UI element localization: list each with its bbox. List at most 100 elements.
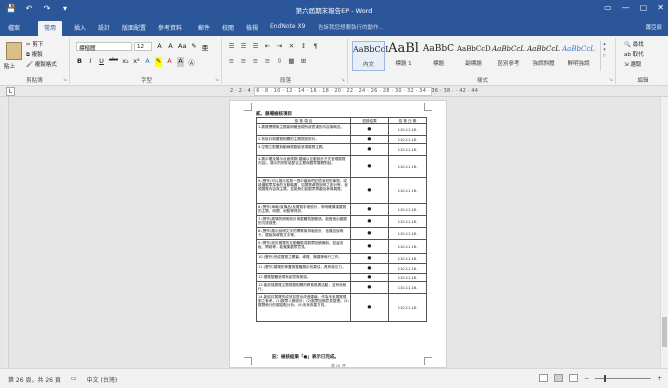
style-subtitle[interactable]: AaBbCcD 副標題	[457, 41, 491, 71]
numbering-icon[interactable]: ☰	[240, 42, 247, 50]
style-normal[interactable]: AaBbCcI 內文	[352, 41, 388, 71]
zoom-slider[interactable]	[594, 374, 651, 382]
item-cell: 14.能檢討展覽的成效並提出改進建議，作為未來展覽規劃之參考。(1)觀眾人數統計…	[256, 293, 351, 323]
font-row-1: A A Aa ✎ 亜	[156, 42, 208, 52]
horizontal-ruler[interactable]: L 2 · 2 · 4 · 6 · 8 · 10 · 12 · 14 · 16 …	[0, 86, 668, 97]
find-button[interactable]: 🔍 尋找	[624, 40, 644, 48]
read-mode-icon[interactable]	[538, 374, 548, 382]
web-layout-icon[interactable]	[568, 374, 578, 382]
select-button[interactable]: ⇲ 選取	[624, 60, 641, 68]
subscript-icon[interactable]: x₂	[122, 57, 129, 67]
paste-icon[interactable]	[6, 42, 22, 60]
italic-icon[interactable]: I	[87, 57, 94, 67]
copy-button[interactable]: ⧉ 複製	[26, 50, 43, 59]
table-row: 6.(實作)海報(宣傳品)及展覽手冊設計，有明確傳達展覽的主題、時間、地點等資訊…	[256, 203, 427, 217]
language-indicator[interactable]: 中文 (台灣)	[87, 375, 118, 384]
shrink-font-icon[interactable]: A	[167, 42, 174, 52]
format-painter-button[interactable]: 🖌 複製格式	[26, 60, 57, 68]
proofing-icon[interactable]: ▭	[71, 375, 77, 384]
tab-insert[interactable]: 插入	[74, 23, 86, 32]
tab-references[interactable]: 參考資料	[158, 23, 182, 32]
justify-icon[interactable]: ≡	[264, 57, 271, 65]
tell-me-search[interactable]: 告訴我您想要執行的動作...	[318, 23, 384, 31]
paragraph-launcher-icon[interactable]: ↘	[341, 77, 345, 83]
table-row: 12.展覽整體呈現有創意與美感。 ● 110.11.18.	[256, 273, 427, 283]
clear-formatting-icon[interactable]: ✎	[190, 42, 197, 52]
font-launcher-icon[interactable]: ↘	[215, 77, 219, 83]
tab-selector[interactable]: L	[6, 87, 15, 96]
zoom-in-icon[interactable]: +	[657, 375, 662, 382]
tab-layout[interactable]: 版面配置	[122, 23, 146, 32]
style-intense-emphasis[interactable]: AaBbCcL 鮮明強調	[562, 41, 595, 71]
zoom-slider-knob[interactable]	[603, 374, 606, 382]
tab-design[interactable]: 設計	[98, 23, 110, 32]
tab-review[interactable]: 校閱	[222, 23, 234, 32]
style-heading-1[interactable]: AaBl 標題 1	[387, 41, 420, 71]
font-color-icon[interactable]: A	[166, 57, 173, 67]
asian-layout-icon[interactable]: ✕	[288, 42, 295, 50]
highlight-icon[interactable]: ✎	[155, 57, 162, 67]
vertical-ruler[interactable]	[2, 97, 9, 368]
vertical-scrollbar[interactable]	[660, 97, 668, 368]
align-left-icon[interactable]: ≡	[228, 57, 235, 65]
tab-file[interactable]: 檔案	[8, 23, 20, 32]
align-right-icon[interactable]: ≡	[252, 57, 259, 65]
phonetic-guide-icon[interactable]: 亜	[201, 42, 209, 52]
shading-icon[interactable]: ▦	[288, 57, 295, 65]
result-cell: ●	[350, 239, 389, 255]
tab-mailings[interactable]: 郵件	[198, 23, 210, 32]
character-shading-icon[interactable]: A	[177, 57, 184, 67]
style-emphasis[interactable]: AaBbCcL 強調斜體	[527, 41, 560, 71]
font-name-select[interactable]: 標楷體	[76, 42, 132, 52]
multilevel-list-icon[interactable]: ☰	[252, 42, 259, 50]
table-row: 5.(實作)可以展示成員一週中讓我們記憶深刻的事物，或能讓觀眾探索的互動裝置，如…	[256, 177, 427, 205]
zoom-out-icon[interactable]: −	[584, 375, 589, 382]
result-cell: ●	[350, 215, 389, 229]
style-sample: AaBl	[388, 41, 419, 56]
underline-icon[interactable]: U	[98, 57, 105, 67]
table-row: 7.(實作)展場的照明設計與整體氛圍營造，能營造出觀展的沉浸感受。 ● 110.11…	[256, 215, 427, 229]
line-spacing-icon[interactable]: ⇳	[276, 57, 283, 65]
date-cell: 110.11.18.	[388, 253, 427, 265]
replace-button[interactable]: ab 取代	[624, 50, 644, 58]
enclose-characters-icon[interactable]: Ⓐ	[188, 57, 195, 67]
grow-font-icon[interactable]: A	[156, 42, 163, 52]
tab-view[interactable]: 檢視	[246, 23, 258, 32]
document-page[interactable]: 貳、展場檢核項目 檢 核 項 目 檢核結果 檢 核 日 期 1.展覽標題與主題能…	[229, 100, 447, 368]
decrease-indent-icon[interactable]: ⇤	[264, 42, 271, 50]
strikethrough-icon[interactable]: abc	[109, 57, 118, 67]
bullets-icon[interactable]: ☰	[228, 42, 235, 50]
align-center-icon[interactable]: ≡	[240, 57, 247, 65]
text-effects-icon[interactable]: A	[144, 57, 151, 67]
tab-home[interactable]: 常用	[38, 21, 63, 36]
maximize-icon[interactable]: ▢	[640, 3, 648, 12]
increase-indent-icon[interactable]: ⇥	[276, 42, 283, 50]
item-cell: 12.展覽整體呈現有創意與美感。	[256, 273, 351, 283]
change-case-icon[interactable]: Aa	[178, 42, 186, 52]
scrollbar-thumb[interactable]	[662, 317, 667, 347]
tab-endnote[interactable]: EndNote X9	[270, 23, 305, 30]
date-cell: 110.11.18.	[388, 227, 427, 241]
close-icon[interactable]: ✕	[657, 3, 664, 12]
print-layout-icon[interactable]	[553, 374, 563, 382]
paste-button[interactable]: 貼上	[4, 62, 15, 70]
account-name[interactable]: 蕭亞辰	[645, 23, 662, 31]
bold-icon[interactable]: B	[76, 57, 83, 67]
font-size-select[interactable]: 12	[134, 42, 152, 51]
show-marks-icon[interactable]: ¶	[312, 42, 319, 50]
borders-icon[interactable]: ⊞	[300, 57, 307, 65]
date-cell: 110.11.18.	[388, 239, 427, 255]
date-cell: 110.11.18.	[388, 263, 427, 275]
styles-gallery-scroll[interactable]: ▴ ▾ ▿	[600, 41, 608, 71]
clipboard-launcher-icon[interactable]: ↘	[63, 77, 67, 83]
ribbon-display-options-icon[interactable]: ▭	[604, 3, 612, 12]
style-title[interactable]: AaBbC 標題	[422, 41, 455, 71]
cut-button[interactable]: ✂ 剪下	[26, 40, 43, 48]
style-subtle-reference[interactable]: AaBbCcL 區別參考	[492, 41, 525, 71]
page-count[interactable]: 第 26 頁，共 26 頁	[8, 375, 61, 384]
superscript-icon[interactable]: x²	[133, 57, 140, 67]
sort-icon[interactable]: ↕	[300, 42, 307, 50]
minimize-icon[interactable]: —	[622, 3, 630, 12]
ruler-numbers: 2 · 2 · 4 · 6 · 8 · 10 · 12 · 14 · 16 · …	[230, 88, 479, 94]
styles-launcher-icon[interactable]: ↘	[609, 77, 613, 83]
